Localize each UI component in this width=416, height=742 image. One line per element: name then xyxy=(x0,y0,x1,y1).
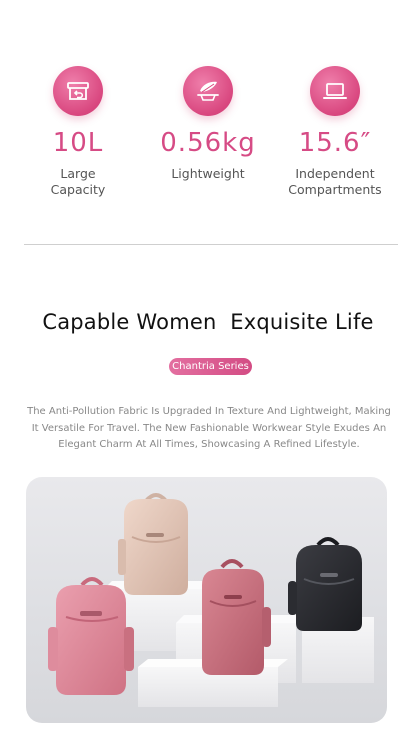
series-badge: Chantria Series xyxy=(169,358,252,375)
black-backpack xyxy=(288,537,362,631)
headline: Capable Women Exquisite Life xyxy=(42,310,374,334)
feather-scale-icon xyxy=(197,81,219,101)
section-divider xyxy=(24,244,398,245)
compartments-value: 15.6″ xyxy=(298,128,372,158)
capacity-badge xyxy=(53,66,103,116)
weight-badge xyxy=(183,66,233,116)
description: The Anti-Pollution Fabric Is Upgraded In… xyxy=(22,404,396,454)
capacity-label-line-1: Large xyxy=(60,166,96,181)
pink-backpack xyxy=(48,577,134,695)
compartments-badge xyxy=(310,66,360,116)
description-line-3: Elegant Charm At All Times, Showcasing A… xyxy=(58,439,360,450)
compartments-label: Independent Compartments xyxy=(275,166,395,198)
weight-label-line-1: Lightweight xyxy=(171,166,245,181)
compartments-label-line-2: Compartments xyxy=(288,182,382,197)
backpacks-illustration xyxy=(48,493,374,707)
description-line-1: The Anti-Pollution Fabric Is Upgraded In… xyxy=(27,406,391,417)
beige-backpack xyxy=(118,493,188,595)
capacity-value: 10L xyxy=(52,128,104,158)
product-photo xyxy=(26,477,387,723)
feature-weight: 0.56kg Lightweight xyxy=(148,66,268,182)
rose-backpack xyxy=(202,559,271,675)
capacity-label: Large Capacity xyxy=(18,166,138,198)
box-return-icon xyxy=(67,82,89,100)
laptop-icon xyxy=(323,83,347,99)
compartments-label-line-1: Independent xyxy=(295,166,375,181)
description-line-2: It Versatile For Travel. The New Fashion… xyxy=(31,422,387,434)
feature-compartments: 15.6″ Independent Compartments xyxy=(275,66,395,198)
feature-row: 10L Large Capacity 0.56kg Lightweight 15… xyxy=(0,0,416,244)
feature-capacity: 10L Large Capacity xyxy=(18,66,138,198)
capacity-label-line-2: Capacity xyxy=(50,182,106,197)
weight-value: 0.56kg xyxy=(160,128,256,158)
weight-label: Lightweight xyxy=(148,166,268,182)
